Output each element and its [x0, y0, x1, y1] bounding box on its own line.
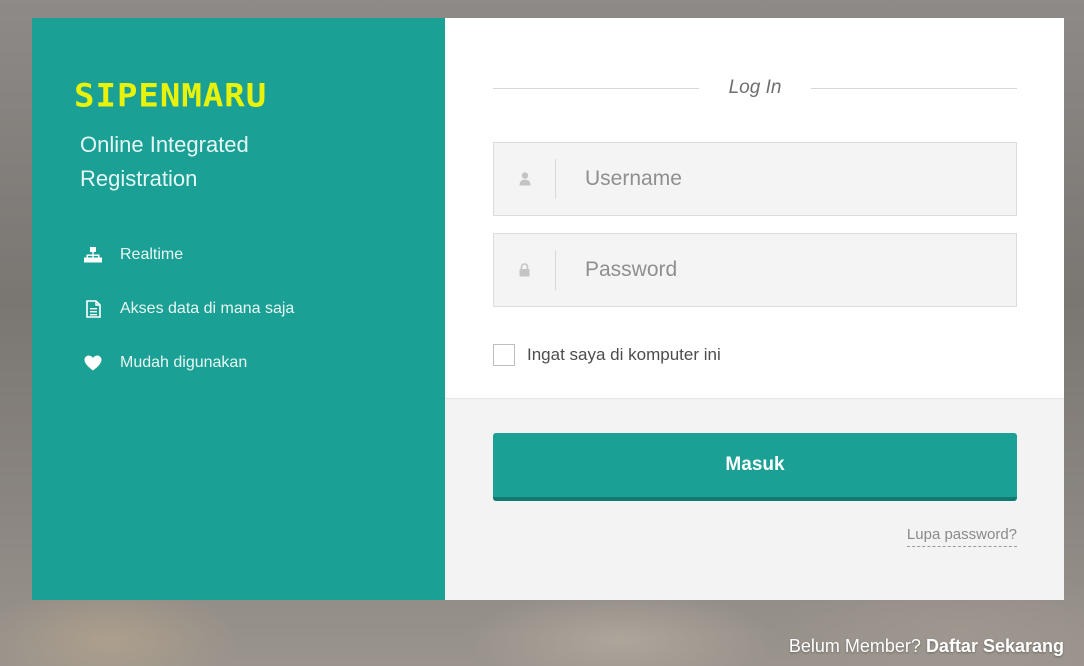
remember-me[interactable]: Ingat saya di komputer ini — [493, 344, 721, 366]
brand-panel: SIPENMARU Online Integrated Registration — [32, 18, 445, 600]
feature-item-access: Akses data di mana saja — [82, 296, 445, 322]
app-tagline: Online Integrated Registration — [80, 132, 249, 191]
feature-item-realtime: Realtime — [82, 242, 445, 268]
app-logo: SIPENMARU — [74, 77, 268, 115]
username-input[interactable] — [556, 143, 1016, 215]
password-input[interactable] — [556, 234, 1016, 306]
file-icon — [82, 299, 104, 319]
login-button[interactable]: Masuk — [493, 433, 1017, 501]
remember-label: Ingat saya di komputer ini — [527, 345, 721, 364]
sitemap-icon — [82, 245, 104, 265]
feature-list: Realtime Akses data di mana saja Mudah d… — [82, 242, 445, 376]
login-actions: Masuk Lupa password? — [445, 398, 1064, 600]
heart-icon — [82, 353, 104, 373]
divider — [811, 87, 1018, 89]
remember-checkbox[interactable] — [493, 344, 515, 366]
feature-label: Realtime — [120, 246, 184, 263]
login-title: Log In — [728, 77, 782, 98]
password-field — [493, 233, 1017, 307]
user-icon — [494, 159, 556, 199]
divider — [493, 87, 699, 89]
login-card: SIPENMARU Online Integrated Registration — [32, 18, 1064, 600]
signup-prompt: Belum Member? Daftar Sekarang — [789, 636, 1064, 657]
feature-label: Mudah digunakan — [120, 354, 248, 371]
login-panel: Log In Ingat saya di komp — [445, 18, 1064, 600]
feature-label: Akses data di mana saja — [120, 300, 295, 317]
username-field — [493, 142, 1017, 216]
feature-item-easy: Mudah digunakan — [82, 350, 445, 376]
signup-question: Belum Member? — [788, 636, 921, 656]
forgot-password-link[interactable]: Lupa password? — [906, 526, 1017, 547]
lock-icon — [494, 250, 556, 290]
login-heading: Log In — [493, 70, 1018, 106]
signup-link[interactable]: Daftar Sekarang — [926, 636, 1064, 656]
